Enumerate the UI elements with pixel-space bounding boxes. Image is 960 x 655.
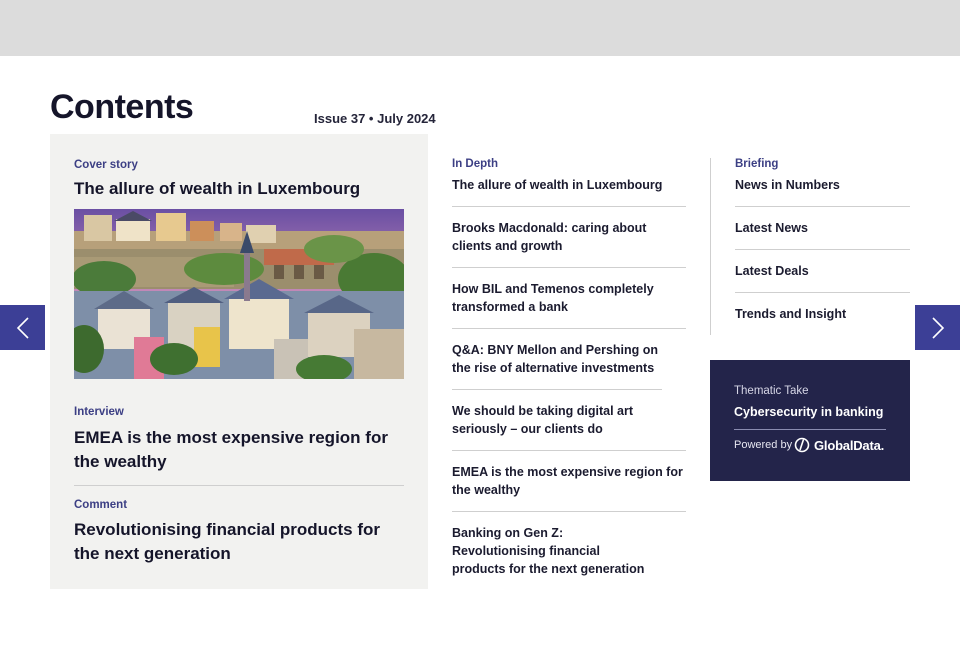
briefing-item[interactable]: Trends and Insight xyxy=(735,305,910,335)
column-divider xyxy=(710,158,711,335)
interview-kicker[interactable]: Interview xyxy=(74,406,124,418)
previous-button[interactable] xyxy=(0,305,45,350)
briefing-item[interactable]: News in Numbers xyxy=(735,176,910,207)
in-depth-item[interactable]: We should be taking digital art seriousl… xyxy=(452,402,686,451)
globaldata-logo-text: GlobalData. xyxy=(814,437,885,453)
in-depth-kicker[interactable]: In Depth xyxy=(452,158,686,170)
comment-kicker[interactable]: Comment xyxy=(74,499,127,511)
thematic-take-title[interactable]: Cybersecurity in banking xyxy=(734,405,883,419)
chevron-left-icon xyxy=(16,316,29,339)
briefing-kicker[interactable]: Briefing xyxy=(735,158,910,170)
thematic-take-card[interactable]: Thematic Take Cybersecurity in banking P… xyxy=(710,360,910,481)
cover-story-title[interactable]: The allure of wealth in Luxembourg xyxy=(74,179,406,199)
next-button[interactable] xyxy=(915,305,960,350)
divider xyxy=(734,429,886,430)
cover-story-kicker[interactable]: Cover story xyxy=(74,159,138,171)
cover-story-image[interactable] xyxy=(74,209,404,379)
page-title: Contents xyxy=(50,88,194,126)
featured-panel: Cover story The allure of wealth in Luxe… xyxy=(50,134,428,589)
briefing-item[interactable]: Latest News xyxy=(735,219,910,250)
in-depth-column: In Depth The allure of wealth in Luxembo… xyxy=(452,158,686,602)
chevron-right-icon xyxy=(931,316,944,339)
issue-label: Issue 37 • July 2024 xyxy=(314,111,436,126)
comment-title[interactable]: Revolutionising financial products for t… xyxy=(74,518,406,566)
globaldata-logo: GlobalData. xyxy=(794,437,884,453)
interview-title[interactable]: EMEA is the most expensive region for th… xyxy=(74,426,406,474)
divider xyxy=(74,485,404,486)
briefing-item[interactable]: Latest Deals xyxy=(735,262,910,293)
in-depth-item[interactable]: Q&A: BNY Mellon and Pershing on the rise… xyxy=(452,341,662,390)
in-depth-item[interactable]: EMEA is the most expensive region for th… xyxy=(452,463,686,512)
powered-by-label: Powered by xyxy=(734,439,793,451)
globaldata-logo-icon xyxy=(794,437,810,453)
in-depth-item[interactable]: The allure of wealth in Luxembourg xyxy=(452,176,686,207)
in-depth-item[interactable]: Brooks Macdonald: caring about clients a… xyxy=(452,219,686,268)
thematic-take-label: Thematic Take xyxy=(734,385,809,397)
top-banner xyxy=(0,0,960,56)
in-depth-item[interactable]: Banking on Gen Z: Revolutionising financ… xyxy=(452,524,650,590)
in-depth-item[interactable]: How BIL and Temenos completely transform… xyxy=(452,280,686,329)
luxembourg-cityscape-image xyxy=(74,209,404,379)
briefing-column: Briefing News in Numbers Latest News Lat… xyxy=(735,158,910,347)
